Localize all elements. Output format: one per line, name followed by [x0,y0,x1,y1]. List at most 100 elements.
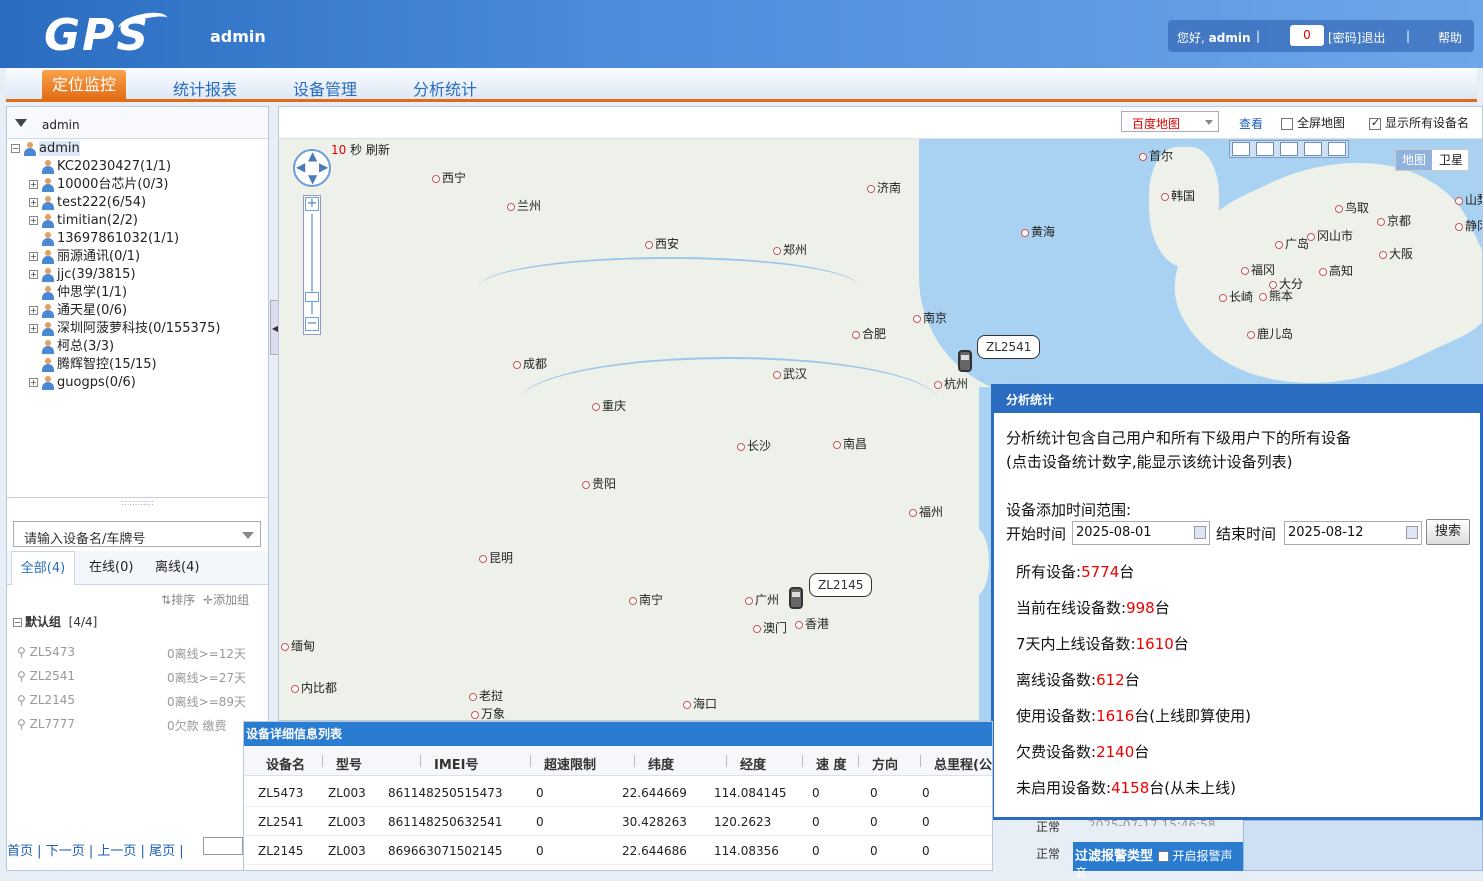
tab-offline[interactable]: 离线(4) [155,551,199,585]
stat-value[interactable]: 998 [1126,599,1155,617]
nav-tab-reports[interactable]: 统计报表 [173,76,237,100]
help-link[interactable]: 帮助 [1438,29,1462,46]
nav-tab-location-monitor[interactable]: 定位监控 [42,70,126,100]
panel-splitter[interactable]: :::::::::::: [7,497,268,507]
tree-node[interactable]: + 深圳阿菠萝科技(0/155375) [29,320,220,338]
collapse-icon[interactable]: − [13,618,22,627]
collapse-triangle-icon[interactable] [15,119,27,127]
tree-node[interactable]: + guogps(0/6) [29,374,136,392]
column-header[interactable]: 型号 [336,754,362,773]
tab-all[interactable]: 全部(4) [11,551,75,585]
nav-tab-device-management[interactable]: 设备管理 [293,76,357,100]
collapse-icon[interactable]: − [11,144,20,153]
tree-node[interactable]: 柯总(3/3) [29,338,114,356]
password-logout-link[interactable]: [密码]退出 [1328,29,1385,46]
zoom-in-icon[interactable]: + [305,197,319,211]
column-header[interactable]: 方向 [872,754,898,773]
device-list-item[interactable]: ⚲ ZL5473 0离线>=12天 [17,645,247,663]
device-list-item[interactable]: ⚲ ZL7777 0欠款 缴费 [17,717,247,735]
device-list-item[interactable]: ⚲ ZL2541 0离线>=27天 [17,669,247,687]
stat-value[interactable]: 1610 [1136,635,1174,653]
start-date-input[interactable]: 2025-08-01 [1072,521,1210,545]
map-pan-control[interactable]: ▲ ▼ ◀ ▶ [293,149,331,187]
stat-value[interactable]: 1616 [1096,707,1134,725]
stat-value[interactable]: 4158 [1111,779,1149,797]
tree-node[interactable]: KC20230427(1/1) [29,158,171,176]
fullscreen-toggle[interactable]: 全屏地图 [1281,114,1345,131]
nav-tab-analytics[interactable]: 分析统计 [413,76,477,100]
tree-node[interactable]: + jjc(39/3815) [29,266,136,284]
ruler-icon[interactable] [1280,142,1298,156]
expand-icon[interactable]: + [29,306,38,315]
vehicle-label[interactable]: ZL2145 [809,573,873,597]
tree-node[interactable]: + 通天星(0/6) [29,302,127,320]
tree-node[interactable]: +10000台芯片(0/3) [29,176,168,194]
sort-button[interactable]: ⇅排序 [161,591,195,608]
pager-next[interactable]: 下一页 [46,844,85,859]
vehicle-marker-icon[interactable] [958,350,972,372]
column-header[interactable]: 设备名 [266,754,305,773]
pager-prev[interactable]: 上一页 [97,844,136,859]
device-search-input[interactable]: 请输入设备名/车牌号 [13,521,261,547]
pan-down-icon[interactable]: ▼ [308,172,317,186]
expand-icon[interactable]: + [29,324,38,333]
calendar-icon[interactable] [1194,526,1206,539]
expand-icon[interactable]: + [29,252,38,261]
end-date-input[interactable]: 2025-08-12 [1284,521,1422,545]
group-header[interactable]: − 默认组 [4/4] [13,613,97,630]
vehicle-label[interactable]: ZL2541 [977,335,1041,359]
expand-icon[interactable]: + [29,198,38,207]
vehicle-marker-icon[interactable] [789,587,803,609]
tab-online[interactable]: 在线(0) [89,551,133,585]
pager-first[interactable]: 首页 [7,844,33,859]
eraser-icon[interactable] [1328,142,1346,156]
column-header[interactable]: 总里程(公 [934,754,992,773]
zoom-box-icon[interactable] [1232,142,1250,156]
add-group-button[interactable]: ✛添加组 [203,591,249,608]
column-header[interactable]: 超速限制 [544,754,596,773]
calendar-icon[interactable] [1406,526,1418,539]
alarm-filter-label[interactable]: 过滤报警类型 [1075,849,1153,864]
zoom-out-box-icon[interactable] [1256,142,1274,156]
pan-right-icon[interactable]: ▶ [319,160,328,174]
tree-node[interactable]: 腾辉智控(15/15) [29,356,157,374]
marker-tool-icon[interactable] [1304,142,1322,156]
expand-icon[interactable]: + [29,216,38,225]
table-row[interactable]: ZL2541 ZL003 861148250632541 0 30.428263 120.… [244,807,992,836]
zoom-out-icon[interactable]: − [305,317,319,331]
tree-node[interactable]: 仲思学(1/1) [29,284,127,302]
tree-root[interactable]: − admin [11,140,80,158]
zoom-slider[interactable]: + − [303,195,321,335]
device-list-item[interactable]: ⚲ ZL2145 0离线>=89天 [17,693,247,711]
table-row[interactable]: ZL2145 ZL003 869663071502145 0 22.644686 114.… [244,836,992,865]
stat-value[interactable]: 612 [1096,671,1125,689]
fullscreen-checkbox[interactable] [1281,117,1293,130]
view-satellite-button[interactable]: 卫星 [1434,150,1468,170]
column-header[interactable]: 经度 [740,754,766,773]
alarm-sound-checkbox[interactable] [1157,851,1169,862]
dropdown-arrow-icon[interactable] [242,532,254,539]
column-header[interactable]: IMEI号 [434,754,479,773]
show-all-names-toggle[interactable]: 显示所有设备名 [1369,114,1469,131]
column-header[interactable]: 纬度 [648,754,674,773]
expand-icon[interactable]: + [29,180,38,189]
search-button[interactable]: 搜索 [1426,519,1470,545]
view-map-button[interactable]: 地图 [1396,150,1432,170]
expand-icon[interactable]: + [29,270,38,279]
zoom-handle-icon[interactable] [305,292,319,302]
pan-up-icon[interactable]: ▲ [308,149,317,163]
pan-left-icon[interactable]: ◀ [296,160,305,174]
tree-node[interactable]: + 丽源通讯(0/1) [29,248,140,266]
stat-value[interactable]: 2140 [1096,743,1134,761]
pager-last[interactable]: 尾页 [149,844,175,859]
message-count-badge[interactable]: 0 [1290,25,1324,46]
tree-node[interactable]: + test222(6/54) [29,194,146,212]
show-all-names-checkbox[interactable] [1369,116,1381,130]
tree-node[interactable]: 13697861032(1/1) [29,230,179,248]
tree-node[interactable]: + timitian(2/2) [29,212,138,230]
view-link[interactable]: 查看 [1239,115,1263,132]
map-type-select[interactable]: 百度地图 [1121,111,1219,132]
column-header[interactable]: 速 度 [816,754,847,773]
page-number-input[interactable] [203,837,243,855]
expand-icon[interactable]: + [29,378,38,387]
